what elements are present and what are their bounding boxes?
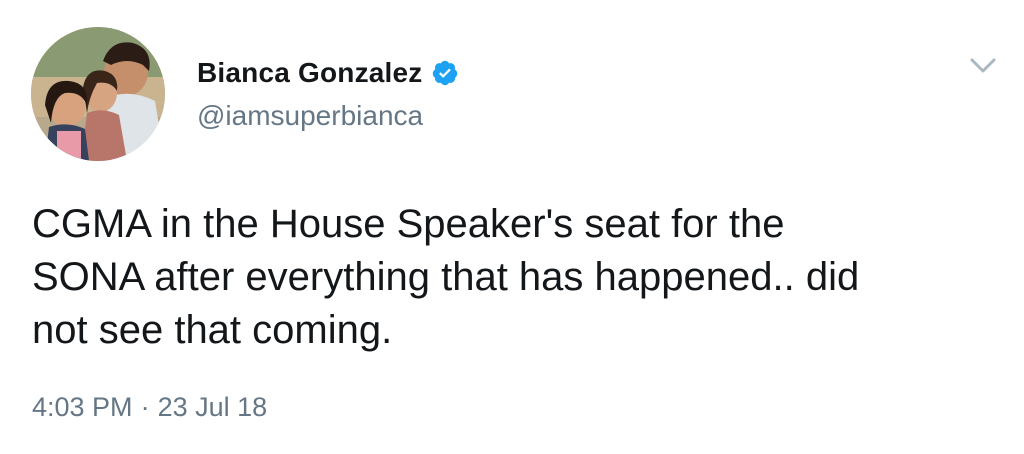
user-handle[interactable]: @iamsuperbianca — [197, 100, 459, 132]
meta-separator: · — [140, 392, 150, 422]
verified-badge-icon — [431, 59, 459, 87]
avatar[interactable] — [31, 27, 165, 161]
tweet-text: CGMA in the House Speaker's seat for the… — [32, 202, 860, 352]
display-name[interactable]: Bianca Gonzalez — [197, 57, 423, 89]
tweet-timestamp[interactable]: 4:03 PM · 23 Jul 18 — [32, 392, 267, 423]
avatar-photo — [31, 27, 165, 161]
tweet-date: 23 Jul 18 — [157, 392, 268, 422]
chevron-down-icon[interactable] — [966, 52, 1000, 78]
tweet-time: 4:03 PM — [32, 392, 133, 422]
author-block: Bianca Gonzalez @iamsuperbianca — [197, 56, 459, 132]
tweet-card: Bianca Gonzalez @iamsuperbianca CGMA in … — [0, 0, 1024, 454]
name-row: Bianca Gonzalez — [197, 56, 459, 90]
